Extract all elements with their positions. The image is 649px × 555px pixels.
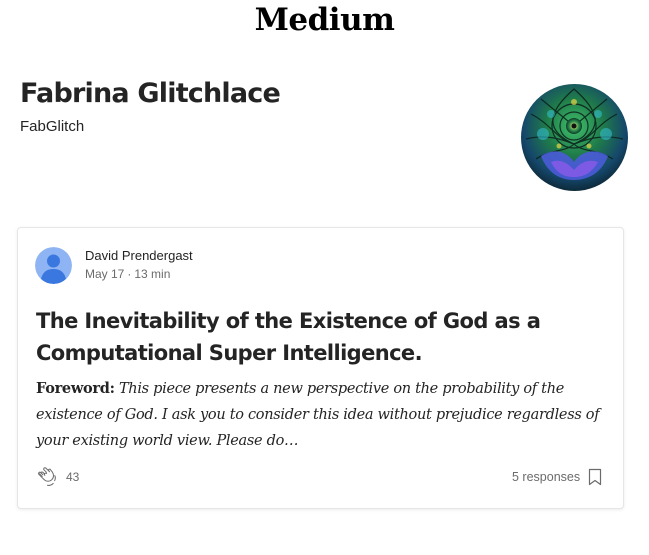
psychedelic-art-avatar-icon	[521, 84, 628, 191]
clap-count: 43	[66, 470, 80, 484]
responses-link[interactable]: 5 responses	[512, 470, 580, 484]
post-title[interactable]: The Inevitability of the Existence of Go…	[36, 305, 611, 369]
profile-name: Fabrina Glitchlace	[20, 78, 281, 109]
clap-icon	[38, 467, 56, 486]
post-meta: May 17 · 13 min	[85, 267, 170, 281]
excerpt-body: This piece presents a new perspective on…	[36, 381, 600, 449]
profile-avatar	[521, 84, 628, 191]
excerpt-lead: Foreword:	[36, 380, 115, 397]
post-excerpt[interactable]: Foreword: This piece presents a new pers…	[36, 376, 611, 454]
clap-button[interactable]: 43	[36, 466, 79, 488]
medium-logo[interactable]: Medium	[0, 2, 649, 38]
bookmark-button[interactable]	[588, 468, 602, 491]
bookmark-icon	[588, 468, 602, 486]
read-time: 13 min	[134, 267, 171, 281]
default-user-avatar-icon	[35, 247, 72, 284]
post-date: May 17	[85, 267, 125, 281]
profile-handle: FabGlitch	[20, 118, 85, 135]
author-name[interactable]: David Prendergast	[85, 248, 193, 263]
post-card[interactable]: David Prendergast May 17 · 13 min The Inev…	[17, 227, 624, 509]
author-avatar[interactable]	[35, 247, 72, 284]
page: Medium Fabrina Glitchlace FabGlitch Davi…	[0, 0, 649, 555]
meta-separator: ·	[127, 267, 132, 281]
